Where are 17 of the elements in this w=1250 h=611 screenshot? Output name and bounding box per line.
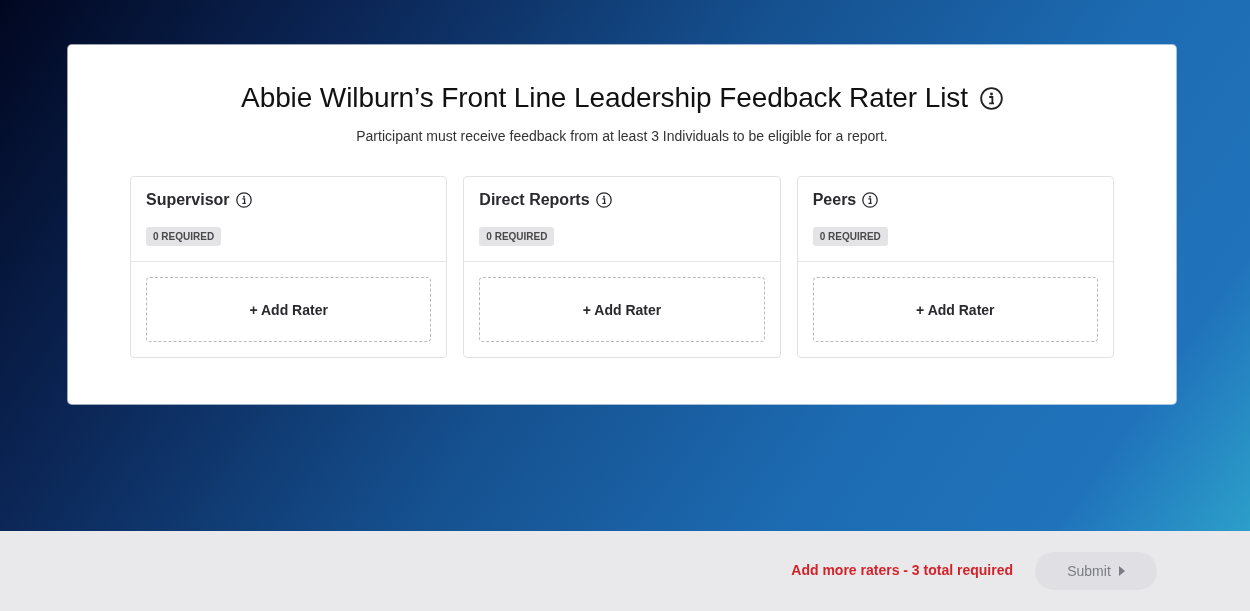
page-subtitle: Participant must receive feedback from at least 3 Individuals to be eligible for a report.	[356, 127, 888, 146]
info-icon[interactable]	[595, 192, 612, 208]
group-title: Peers	[812, 190, 857, 210]
warning-message: Add more raters - 3 total required	[791, 561, 1013, 578]
info-icon[interactable]	[235, 192, 252, 208]
add-rater-button[interactable]: + Add Rater	[812, 277, 1098, 342]
required-badge: 0 REQUIRED	[812, 227, 888, 246]
caret-icon	[1118, 566, 1125, 576]
required-badge: 0 REQUIRED	[146, 227, 222, 246]
info-icon[interactable]	[979, 86, 1003, 110]
info-icon[interactable]	[862, 192, 879, 208]
required-badge: 0 REQUIRED	[479, 227, 555, 246]
group-title: Supervisor	[146, 190, 230, 210]
add-rater-button[interactable]: + Add Rater	[146, 277, 432, 342]
add-rater-button[interactable]: + Add Rater	[479, 277, 765, 342]
group-title: Direct Reports	[479, 190, 590, 210]
page-title: Abbie Wilburn’s Front Line Leadership Feedback Rater List	[241, 81, 968, 115]
